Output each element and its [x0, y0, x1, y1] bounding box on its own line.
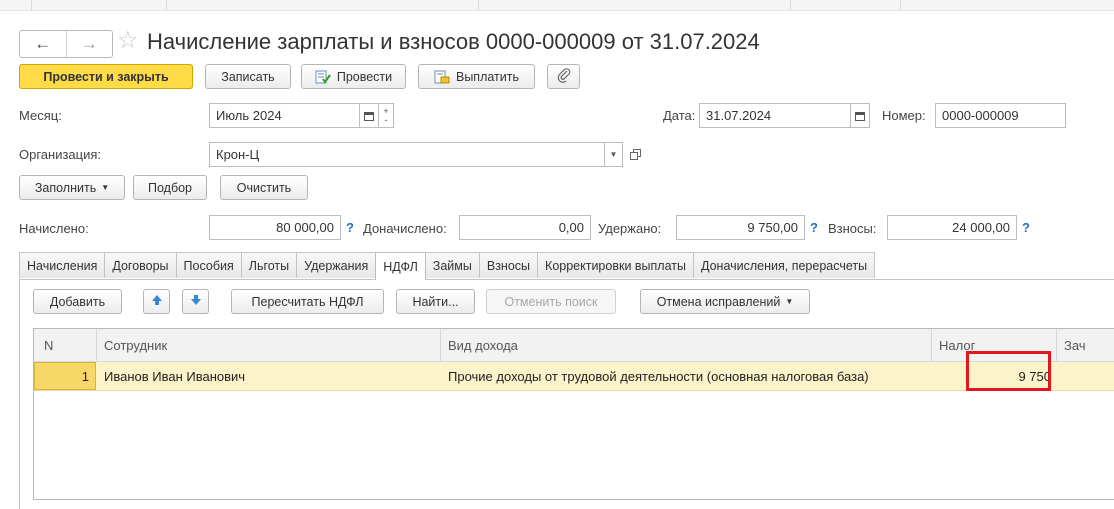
ndfl-table[interactable]: N Сотрудник Вид дохода Налог Зач 1 Ивано… — [33, 328, 1114, 500]
date-field[interactable]: 31.07.2024 — [699, 103, 851, 128]
pay-document-icon — [434, 70, 450, 84]
add-button[interactable]: Добавить — [33, 289, 122, 314]
dropdown-arrow-icon[interactable]: ▼ — [604, 142, 623, 167]
chevron-down-icon: ▼ — [101, 183, 110, 192]
column-header-n[interactable]: N — [44, 329, 84, 361]
attach-button[interactable] — [547, 64, 580, 89]
extra-accrued-value: 0,00 — [459, 215, 591, 240]
accrued-value: 80 000,00 — [209, 215, 341, 240]
employee-cell[interactable]: Иванов Иван Иванович — [104, 362, 434, 390]
arrow-down-icon — [190, 294, 202, 309]
favorite-star-icon[interactable]: ☆ — [117, 27, 139, 55]
pick-button[interactable]: Подбор — [133, 175, 207, 200]
month-field[interactable]: Июль 2024 — [209, 103, 360, 128]
post-button[interactable]: Провести — [301, 64, 406, 89]
post-document-icon — [315, 70, 331, 84]
pay-button-label: Выплатить — [455, 69, 519, 84]
number-label: Номер: — [882, 108, 926, 123]
cancel-corrections-label: Отмена исправлений — [656, 294, 781, 309]
tab-payment-adjustments[interactable]: Корректировки выплаты — [537, 252, 694, 278]
column-header-credited[interactable]: Зач — [1064, 329, 1114, 361]
chevron-down-icon: ▼ — [785, 297, 794, 306]
tab-benefits[interactable]: Пособия — [175, 252, 242, 278]
accrued-label: Начислено: — [19, 221, 89, 236]
move-down-button[interactable] — [182, 289, 209, 314]
withheld-label: Удержано: — [598, 221, 662, 236]
open-link-icon[interactable] — [626, 142, 645, 167]
top-strip — [0, 0, 1114, 11]
arrow-up-icon — [151, 294, 163, 309]
cancel-corrections-dropdown[interactable]: Отмена исправлений ▼ — [640, 289, 810, 314]
write-button[interactable]: Записать — [205, 64, 291, 89]
tab-accruals[interactable]: Начисления — [19, 252, 106, 278]
date-label: Дата: — [663, 108, 696, 123]
row-number-cell[interactable]: 1 — [34, 362, 96, 390]
number-field[interactable]: 0000-000009 — [935, 103, 1066, 128]
tab-privileges[interactable]: Льготы — [240, 252, 298, 278]
tab-bar: Начисления Договоры Пособия Льготы Удерж… — [19, 252, 876, 280]
contributions-help-icon[interactable]: ? — [1022, 220, 1030, 235]
table-header: N Сотрудник Вид дохода Налог Зач — [34, 329, 1114, 362]
pay-button[interactable]: Выплатить — [418, 64, 535, 89]
extra-accrued-label: Доначислено: — [363, 221, 447, 236]
tab-deductions[interactable]: Удержания — [296, 252, 377, 278]
table-row[interactable]: 1 Иванов Иван Иванович Прочие доходы от … — [34, 362, 1114, 391]
month-spinner-icon[interactable]: + - — [378, 103, 394, 128]
tab-recalculations[interactable]: Доначисления, перерасчеты — [692, 252, 876, 278]
tab-ndfl[interactable]: НДФЛ — [375, 252, 426, 280]
history-nav: ← → — [19, 30, 113, 58]
contributions-value: 24 000,00 — [887, 215, 1017, 240]
date-calendar-icon[interactable] — [850, 103, 870, 128]
recalc-ndfl-button[interactable]: Пересчитать НДФЛ — [231, 289, 384, 314]
month-label: Месяц: — [19, 108, 62, 123]
tab-loans[interactable]: Займы — [424, 252, 480, 278]
clear-button[interactable]: Очистить — [220, 175, 308, 200]
post-and-close-button[interactable]: Провести и закрыть — [19, 64, 193, 89]
tab-contracts[interactable]: Договоры — [104, 252, 177, 278]
page-title: Начисление зарплаты и взносов 0000-00000… — [147, 29, 760, 54]
fill-button-label: Заполнить — [34, 180, 97, 195]
find-button[interactable]: Найти... — [396, 289, 475, 314]
withheld-help-icon[interactable]: ? — [810, 220, 818, 235]
contributions-label: Взносы: — [828, 221, 877, 236]
income-type-cell[interactable]: Прочие доходы от трудовой деятельности (… — [448, 362, 928, 390]
move-up-button[interactable] — [143, 289, 170, 314]
back-arrow-icon[interactable]: ← — [20, 31, 66, 57]
column-header-income-type[interactable]: Вид дохода — [448, 329, 928, 361]
paperclip-icon — [557, 67, 571, 86]
forward-arrow-icon[interactable]: → — [65, 31, 113, 57]
organization-label: Организация: — [19, 147, 102, 162]
fill-dropdown-button[interactable]: Заполнить ▼ — [19, 175, 125, 200]
organization-field[interactable]: Крон-Ц — [209, 142, 605, 167]
accrued-help-icon[interactable]: ? — [346, 220, 354, 235]
highlight-box — [966, 351, 1051, 391]
post-button-label: Провести — [336, 69, 393, 84]
calendar-icon[interactable] — [359, 103, 379, 128]
tab-contributions[interactable]: Взносы — [478, 252, 539, 278]
column-header-employee[interactable]: Сотрудник — [104, 329, 444, 361]
withheld-value: 9 750,00 — [676, 215, 805, 240]
cancel-search-button[interactable]: Отменить поиск — [486, 289, 616, 314]
